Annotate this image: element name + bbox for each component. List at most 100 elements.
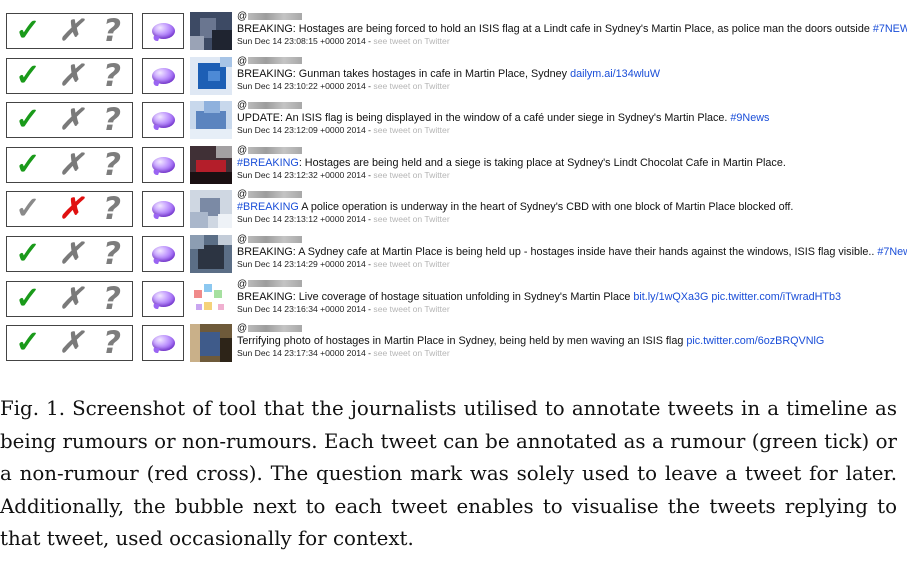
tweet-link[interactable]: dailym.ai/134wluW xyxy=(570,68,660,80)
non-rumour-cross-button[interactable]: ✗ xyxy=(54,148,88,182)
tweet-meta: Sun Dec 14 23:13:12 +0000 2014 - see twe… xyxy=(237,214,450,225)
tweet-link[interactable]: #9News xyxy=(730,112,769,124)
tweet-date: Sun Dec 14 23:16:34 +0000 2014 xyxy=(237,303,366,314)
rumour-tick-button[interactable]: ✓ xyxy=(11,282,45,316)
tweet-body: : Hostages are being held and a siege is… xyxy=(298,156,786,169)
handle-prefix: @ xyxy=(237,11,248,22)
replies-bubble-button[interactable] xyxy=(142,57,184,94)
figure-caption: Fig. 1. Screenshot of tool that the jour… xyxy=(0,397,897,550)
tweet-row: ✓ ✗? @ BREAKING: Hostages are being forced … xyxy=(0,9,907,54)
see-tweet-link[interactable]: see tweet on Twitter xyxy=(373,125,449,135)
tweet-handle: @ xyxy=(237,56,902,67)
tweet-date: Sun Dec 14 23:14:29 +0000 2014 xyxy=(237,258,366,269)
rumour-tick-button[interactable]: ✓ xyxy=(11,192,45,226)
annotation-controls: ✓ ✗? xyxy=(6,235,133,272)
tweet-date: Sun Dec 14 23:12:09 +0000 2014 xyxy=(237,125,366,136)
non-rumour-cross-button[interactable]: ✗ xyxy=(54,326,88,360)
rumour-tick-button[interactable]: ✓ xyxy=(11,103,45,137)
tweet-handle: @ xyxy=(237,100,902,111)
later-question-button[interactable]: ? xyxy=(96,237,128,271)
speech-bubble-icon xyxy=(152,156,175,173)
see-tweet-link[interactable]: see tweet on Twitter xyxy=(373,36,449,46)
later-question-button[interactable]: ? xyxy=(96,103,128,137)
tweet-body: BREAKING: Gunman takes hostages in cafe … xyxy=(237,67,571,80)
non-rumour-cross-button[interactable]: ✗ xyxy=(54,282,88,316)
see-tweet-link[interactable]: see tweet on Twitter xyxy=(373,214,449,224)
non-rumour-cross-button[interactable]: ✗ xyxy=(54,103,88,137)
tweet-body: BREAKING: A Sydney cafe at Martin Place … xyxy=(237,245,878,258)
replies-bubble-button[interactable] xyxy=(142,235,184,272)
see-tweet-link[interactable]: see tweet on Twitter xyxy=(373,304,449,314)
replies-bubble-button[interactable] xyxy=(142,280,184,317)
annotation-controls: ✓ ✗? xyxy=(6,191,133,228)
replies-bubble-button[interactable] xyxy=(142,191,184,228)
later-question-button[interactable]: ? xyxy=(96,282,128,316)
replies-bubble-button[interactable] xyxy=(142,13,184,49)
rumour-tick-button[interactable]: ✓ xyxy=(11,14,45,48)
tweet-content: @ BREAKING: Gunman takes hostages in cafe… xyxy=(237,56,902,91)
handle-prefix: @ xyxy=(237,278,248,290)
non-rumour-cross-button[interactable]: ✗ xyxy=(54,14,88,48)
rumour-tick-button[interactable]: ✓ xyxy=(11,59,45,93)
tweet-link[interactable]: pic.twitter.com/6ozBRQVNlG xyxy=(686,335,824,347)
speech-bubble-icon xyxy=(152,201,175,218)
redacted-username xyxy=(248,12,303,20)
tweet-content: @ BREAKING: A Sydney cafe at Martin Place… xyxy=(237,234,907,269)
later-question-button[interactable]: ? xyxy=(96,148,128,182)
tweet-link[interactable]: #7News xyxy=(877,246,907,258)
replies-bubble-button[interactable] xyxy=(142,146,184,183)
rumour-tick-button[interactable]: ✓ xyxy=(11,148,45,182)
speech-bubble-icon xyxy=(152,23,175,39)
avatar xyxy=(190,324,232,363)
annotation-controls: ✓ ✗? xyxy=(6,13,133,49)
replies-bubble-button[interactable] xyxy=(142,102,184,139)
later-question-button[interactable]: ? xyxy=(96,14,128,48)
tweet-text: #BREAKING A police operation is underway… xyxy=(237,200,902,214)
tweet-content: @ Terrifying photo of hostages in Martin … xyxy=(237,323,902,358)
redacted-username xyxy=(248,235,303,243)
tweet-text: BREAKING: Hostages are being forced to h… xyxy=(237,22,907,36)
tweet-date: Sun Dec 14 23:08:15 +0000 2014 xyxy=(237,36,366,46)
see-tweet-link[interactable]: see tweet on Twitter xyxy=(373,81,449,91)
tweet-body: A police operation is underway in the he… xyxy=(298,201,794,214)
rumour-tick-button[interactable]: ✓ xyxy=(11,237,45,271)
annotation-controls: ✓ ✗? xyxy=(6,146,133,183)
avatar xyxy=(190,56,232,95)
tweet-link[interactable]: bit.ly/1wQXa3G pic.twitter.com/iTwradHTb… xyxy=(633,291,841,303)
see-tweet-link[interactable]: see tweet on Twitter xyxy=(373,259,449,269)
rumour-tick-button[interactable]: ✓ xyxy=(11,326,45,360)
tweet-content: @ #BREAKING: Hostages are being held and … xyxy=(237,145,902,180)
later-question-button[interactable]: ? xyxy=(96,326,128,360)
speech-bubble-icon xyxy=(152,67,175,84)
non-rumour-cross-button[interactable]: ✗ xyxy=(54,237,88,271)
tweet-meta: Sun Dec 14 23:12:09 +0000 2014 - see twe… xyxy=(237,125,450,136)
avatar xyxy=(190,190,232,229)
replies-bubble-button[interactable] xyxy=(142,325,184,362)
later-question-button[interactable]: ? xyxy=(96,192,128,226)
tweet-row: ✓ ✗? @ #BREAKING A police operation is unde… xyxy=(0,187,907,232)
hashtag-link[interactable]: #BREAKING xyxy=(237,201,299,213)
tweet-handle: @ xyxy=(237,323,902,334)
avatar xyxy=(190,12,232,50)
handle-prefix: @ xyxy=(237,144,248,156)
tweet-date: Sun Dec 14 23:10:22 +0000 2014 xyxy=(237,80,366,91)
tweet-row: ✓ ✗? @ BREAKING: Gunman takes hostages in c… xyxy=(0,54,907,99)
avatar xyxy=(190,279,232,318)
tweet-body: Terrifying photo of hostages in Martin P… xyxy=(237,335,687,348)
see-tweet-link[interactable]: see tweet on Twitter xyxy=(373,348,449,358)
tweet-row: ✓ ✗? @ UPDATE: An ISIS flag is being displa… xyxy=(0,98,907,143)
non-rumour-cross-button[interactable]: ✗ xyxy=(54,59,88,93)
tweet-meta: Sun Dec 14 23:17:34 +0000 2014 - see twe… xyxy=(237,348,450,359)
see-tweet-link[interactable]: see tweet on Twitter xyxy=(373,170,449,180)
tweet-date: Sun Dec 14 23:17:34 +0000 2014 xyxy=(237,348,366,359)
tweet-text: BREAKING: Live coverage of hostage situa… xyxy=(237,290,902,304)
non-rumour-cross-button[interactable]: ✗ xyxy=(54,192,88,226)
annotation-controls: ✓ ✗? xyxy=(6,280,133,317)
tweet-row: ✓ ✗? @ Terrifying photo of hostages in Mart… xyxy=(0,321,907,366)
tweet-link[interactable]: #7NEWS xyxy=(873,23,907,35)
tweet-meta: Sun Dec 14 23:14:29 +0000 2014 - see twe… xyxy=(237,258,450,269)
tweet-meta: Sun Dec 14 23:08:15 +0000 2014 - see twe… xyxy=(237,36,450,46)
avatar xyxy=(190,101,232,140)
hashtag-link[interactable]: #BREAKING xyxy=(237,157,299,169)
later-question-button[interactable]: ? xyxy=(96,59,128,93)
